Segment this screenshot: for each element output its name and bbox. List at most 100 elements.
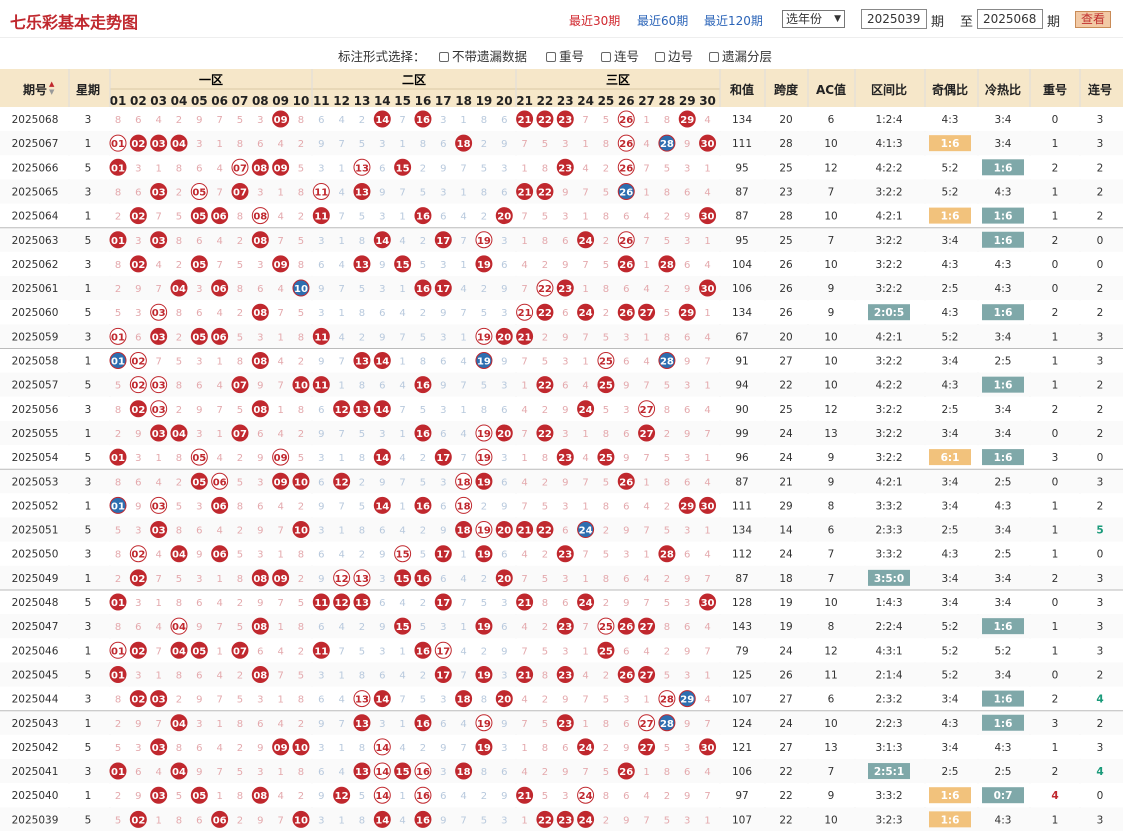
- ball-number: 05: [192, 187, 206, 198]
- stat-ac: 13: [824, 428, 837, 440]
- stat-ac: 12: [824, 162, 837, 174]
- ball-number: 08: [253, 236, 267, 247]
- row-period: 2025063: [12, 235, 59, 247]
- omission-value: 1: [704, 815, 710, 826]
- omission-value: 6: [562, 743, 568, 754]
- checkbox-icon[interactable]: [546, 52, 556, 62]
- query-button[interactable]: 查看: [1075, 11, 1111, 28]
- omission-value: 8: [115, 260, 121, 271]
- stat-odd_even: 3:4: [942, 500, 959, 512]
- option-consecutive[interactable]: 连号: [601, 46, 639, 65]
- ball-number: 07: [233, 381, 247, 392]
- omission-value: 5: [359, 646, 365, 657]
- stat-hot_cold: 3:4: [995, 573, 1012, 585]
- ball-number: 20: [497, 332, 511, 343]
- stat-span: 26: [779, 283, 793, 295]
- checkbox-icon[interactable]: [709, 52, 719, 62]
- omission-value: 1: [643, 767, 649, 778]
- year-select[interactable]: 选年份 ▼: [782, 10, 845, 28]
- row-period: 2025039: [12, 814, 59, 826]
- omission-value: 5: [542, 501, 548, 512]
- ball-number: 01: [111, 139, 125, 150]
- omission-value: 6: [501, 115, 507, 126]
- stat-sum: 106: [732, 766, 752, 778]
- ball-number: 24: [579, 405, 593, 416]
- omission-value: 5: [115, 815, 121, 826]
- omission-value: 4: [277, 357, 283, 368]
- ball-number: 19: [477, 429, 491, 440]
- omission-value: 4: [643, 791, 649, 802]
- omission-value: 8: [542, 598, 548, 609]
- ball-number: 22: [538, 381, 552, 392]
- omission-value: 9: [684, 646, 690, 657]
- omission-value: 2: [298, 139, 304, 150]
- omission-value: 4: [643, 501, 649, 512]
- omission-value: 3: [135, 163, 141, 174]
- stat-sum: 134: [732, 307, 752, 319]
- omission-value: 6: [196, 381, 202, 392]
- checkbox-icon[interactable]: [601, 52, 611, 62]
- omission-value: 9: [440, 743, 446, 754]
- ball-number: 09: [274, 163, 288, 174]
- omission-value: 3: [501, 381, 507, 392]
- row-week: 5: [85, 380, 92, 392]
- to-period-input[interactable]: 2025068: [977, 9, 1043, 29]
- omission-value: 1: [521, 743, 527, 754]
- omission-value: 8: [481, 767, 487, 778]
- ball-number: 09: [274, 260, 288, 271]
- stat-hot_cold: 1:6: [994, 452, 1013, 464]
- omission-value: 4: [399, 743, 405, 754]
- ball-number: 02: [131, 260, 145, 271]
- ball-number: 16: [416, 284, 430, 295]
- omission-value: 2: [603, 236, 609, 247]
- option-repeat[interactable]: 重号: [546, 46, 584, 65]
- stat-zone_ratio: 3:2:2: [875, 404, 902, 416]
- checkbox-icon[interactable]: [439, 52, 449, 62]
- header-number: 12: [333, 94, 350, 108]
- ball-number: 24: [579, 308, 593, 319]
- omission-value: 7: [399, 115, 405, 126]
- omission-value: 8: [176, 526, 182, 537]
- omission-value: 3: [318, 743, 324, 754]
- omission-value: 9: [318, 429, 324, 440]
- omission-value: 6: [440, 574, 446, 585]
- stat-sum: 95: [735, 162, 748, 174]
- omission-value: 6: [135, 187, 141, 198]
- ball-number: 24: [579, 743, 593, 754]
- option-edge[interactable]: 边号: [655, 46, 693, 65]
- ball-number: 13: [355, 719, 369, 730]
- ball-number: 10: [294, 477, 308, 488]
- omission-value: 6: [196, 163, 202, 174]
- stat-repeat: 1: [1052, 645, 1059, 657]
- link-recent-120[interactable]: 最近120期: [704, 12, 763, 29]
- omission-value: 2: [237, 526, 243, 537]
- link-recent-30[interactable]: 最近30期: [569, 12, 620, 29]
- omission-value: 4: [216, 308, 222, 319]
- omission-value: 1: [643, 695, 649, 706]
- stat-odd_even: 2:5: [942, 525, 959, 537]
- option-label: 遗漏分层: [722, 49, 773, 64]
- omission-value: 3: [379, 574, 385, 585]
- omission-value: 2: [176, 405, 182, 416]
- omission-value: 1: [521, 236, 527, 247]
- link-recent-60[interactable]: 最近60期: [637, 12, 688, 29]
- omission-value: 2: [359, 622, 365, 633]
- from-period-input[interactable]: 2025039: [861, 9, 927, 29]
- omission-value: 3: [318, 236, 324, 247]
- option-omission-layers[interactable]: 遗漏分层: [709, 46, 772, 65]
- option-no-omission[interactable]: 不带遗漏数据: [439, 46, 527, 65]
- omission-value: 7: [582, 332, 588, 343]
- header-hot_cold: 冷热比: [985, 82, 1021, 97]
- omission-value: 6: [501, 550, 507, 561]
- omission-value: 1: [399, 357, 405, 368]
- omission-value: 4: [399, 598, 405, 609]
- omission-value: 6: [196, 526, 202, 537]
- ball-number: 22: [538, 308, 552, 319]
- stat-odd_even: 4:3: [942, 307, 959, 319]
- stat-repeat: 0: [1052, 283, 1059, 295]
- omission-value: 2: [237, 743, 243, 754]
- omission-value: 2: [176, 332, 182, 343]
- omission-value: 3: [440, 260, 446, 271]
- omission-value: 2: [664, 284, 670, 295]
- checkbox-icon[interactable]: [655, 52, 665, 62]
